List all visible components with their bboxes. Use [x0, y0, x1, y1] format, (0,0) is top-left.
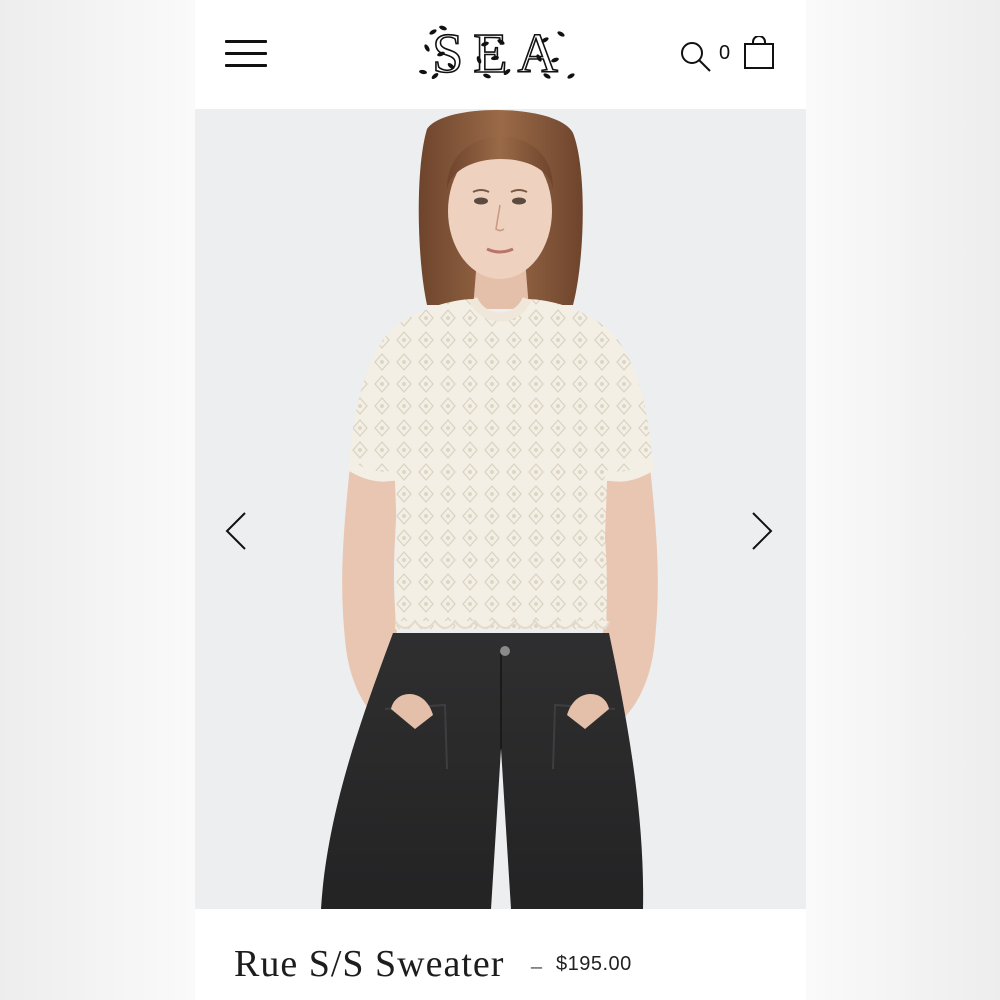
product-price: $195.00 [556, 953, 632, 975]
product-photo [321, 109, 658, 909]
sea-logo[interactable]: SEA [415, 20, 585, 86]
product-image-gallery[interactable] [195, 109, 806, 909]
shopping-bag-icon[interactable] [743, 36, 775, 70]
mobile-page: SEA 0 Rue S/S Sweater – $195.00 [195, 0, 806, 1000]
chevron-left-icon[interactable] [221, 509, 251, 553]
hamburger-menu-icon[interactable] [225, 38, 267, 70]
product-title[interactable]: Rue S/S Sweater [234, 942, 504, 986]
left-blur-panel [0, 0, 195, 1000]
chevron-right-icon[interactable] [747, 509, 777, 553]
cart-count[interactable]: 0 [719, 42, 730, 65]
price-separator: – [531, 953, 542, 978]
search-icon[interactable] [679, 40, 713, 74]
product-info: Rue S/S Sweater – $195.00 [195, 909, 806, 1000]
site-header: SEA 0 [195, 0, 806, 109]
right-blur-panel [806, 0, 1000, 1000]
